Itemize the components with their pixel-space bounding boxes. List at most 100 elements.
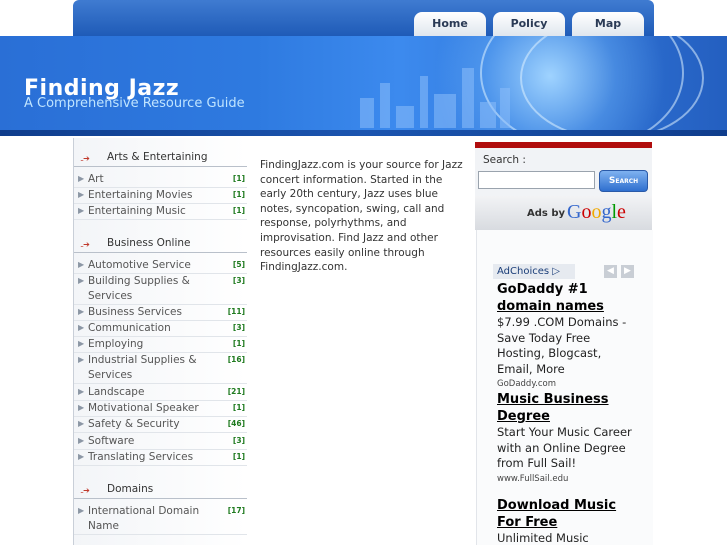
category-heading: ..➔ Arts & Entertaining [74, 142, 247, 167]
ad-item[interactable]: Download Music For Free Unlimited Music [497, 497, 639, 547]
triangle-right-icon: ▶ [78, 452, 85, 461]
category-heading-label: Business Online [107, 237, 191, 249]
category-item-label[interactable]: International Domain Name [88, 504, 213, 534]
category-item-label[interactable]: Entertaining Music [88, 204, 213, 219]
category-item[interactable]: ▶ Industrial Supplies & Services [16] [74, 352, 247, 384]
triangle-right-icon: ▶ [78, 323, 85, 332]
triangle-right-icon: ▶ [78, 174, 85, 183]
ad-url[interactable]: www.FullSail.edu [497, 472, 639, 486]
banner-building [396, 106, 414, 128]
category-item-count: [3] [232, 436, 245, 445]
ads-by-google-header: Ads by Google [475, 196, 652, 230]
tab-policy[interactable]: Policy [493, 12, 565, 36]
category-item[interactable]: ▶ Business Services [11] [74, 304, 247, 321]
category-item[interactable]: ▶ Entertaining Music [1] [74, 203, 247, 220]
category-item[interactable]: ▶ International Domain Name [17] [74, 503, 247, 535]
ad-item[interactable]: GoDaddy #1 domain names $7.99 .COM Domain… [497, 281, 639, 391]
category-item-count: [3] [232, 276, 245, 285]
adchoices-icon: ▷ [552, 266, 560, 277]
category-item-count: [5] [232, 260, 245, 269]
adchoices-label[interactable]: AdChoices [497, 266, 549, 277]
arrow-right-icon: ..➔ [80, 486, 90, 495]
triangle-right-icon: ▶ [78, 307, 85, 316]
category-item-count: [1] [232, 452, 245, 461]
category-item-label[interactable]: Safety & Security [88, 417, 213, 432]
category-item-count: [11] [227, 307, 245, 316]
category-item-label[interactable]: Landscape [88, 385, 213, 400]
category-item-count: [1] [232, 174, 245, 183]
ad-title-link[interactable]: Music Business Degree [497, 392, 609, 424]
ad-title[interactable]: GoDaddy #1 domain names [497, 281, 639, 315]
ad-item[interactable]: Music Business Degree Start Your Music C… [497, 391, 639, 486]
category-sidebar: ..➔ Arts & Entertaining ▶ Art [1] ▶ Ente… [73, 138, 247, 545]
category-item-label[interactable]: Communication [88, 321, 213, 336]
category-item[interactable]: ▶ Automotive Service [5] [74, 257, 247, 274]
category-item-label[interactable]: Building Supplies & Services [88, 274, 213, 304]
category-item[interactable]: ▶ Employing [1] [74, 336, 247, 353]
arrow-right-icon: ..➔ [80, 240, 90, 249]
triangle-right-icon: ▶ [78, 387, 85, 396]
site-subtitle: A Comprehensive Resource Guide [24, 96, 245, 111]
category-item-label[interactable]: Automotive Service [88, 258, 213, 273]
header-banner: Finding Jazz A Comprehensive Resource Gu… [0, 36, 727, 136]
category-item[interactable]: ▶ Landscape [21] [74, 384, 247, 401]
category-item-label[interactable]: Business Services [88, 305, 213, 320]
ad-prev-icon[interactable]: ◀ [604, 265, 617, 278]
category-item-label[interactable]: Art [88, 172, 213, 187]
search-button[interactable]: Search [599, 170, 648, 192]
ad-next-icon[interactable]: ▶ [621, 265, 634, 278]
triangle-right-icon: ▶ [78, 506, 85, 515]
adchoices-badge[interactable]: AdChoices ▷ [493, 264, 575, 279]
category-item[interactable]: ▶ Motivational Speaker [1] [74, 400, 247, 417]
category-item-count: [1] [232, 403, 245, 412]
category-item-label[interactable]: Translating Services [88, 450, 213, 465]
ad-title-text[interactable]: GoDaddy #1 [497, 282, 588, 297]
arrow-right-icon: ..➔ [80, 154, 90, 163]
ad-title-link[interactable]: domain names [497, 299, 604, 314]
category-item[interactable]: ▶ Safety & Security [46] [74, 416, 247, 433]
category-item[interactable]: ▶ Building Supplies & Services [3] [74, 273, 247, 305]
ad-title[interactable]: Download Music For Free [497, 497, 639, 531]
category-item-label[interactable]: Industrial Supplies & Services [88, 353, 213, 383]
ad-panel: AdChoices ▷ ◀ ▶ GoDaddy #1 domain names $… [476, 230, 653, 545]
category-item-count: [46] [227, 419, 245, 428]
search-input[interactable] [478, 171, 595, 189]
triangle-right-icon: ▶ [78, 339, 85, 348]
category-item[interactable]: ▶ Translating Services [1] [74, 449, 247, 466]
category-item-label[interactable]: Motivational Speaker [88, 401, 213, 416]
category-item-label[interactable]: Software [88, 434, 213, 449]
triangle-right-icon: ▶ [78, 436, 85, 445]
category-item-count: [17] [227, 506, 245, 515]
category-item[interactable]: ▶ Communication [3] [74, 320, 247, 337]
category-item-count: [3] [232, 323, 245, 332]
triangle-right-icon: ▶ [78, 355, 85, 364]
tab-home[interactable]: Home [414, 12, 486, 36]
triangle-right-icon: ▶ [78, 276, 85, 285]
category-item-count: [16] [227, 355, 245, 364]
triangle-right-icon: ▶ [78, 260, 85, 269]
triangle-right-icon: ▶ [78, 206, 85, 215]
category-heading: ..➔ Domains [74, 474, 247, 499]
banner-ring [520, 36, 704, 136]
category-heading-label: Arts & Entertaining [107, 151, 208, 163]
banner-building [500, 88, 510, 128]
ad-description: $7.99 .COM Domains - Save Today Free Hos… [497, 315, 627, 376]
category-item-label[interactable]: Employing [88, 337, 213, 352]
category-item[interactable]: ▶ Art [1] [74, 171, 247, 188]
ad-title[interactable]: Music Business Degree [497, 391, 639, 425]
top-nav-bar: Home Policy Map [73, 0, 654, 36]
category-item-label[interactable]: Entertaining Movies [88, 188, 213, 203]
ad-title-link[interactable]: Download Music For Free [497, 498, 616, 530]
ad-description: Start Your Music Career with an Online D… [497, 425, 632, 470]
banner-bottom-border [0, 130, 727, 136]
triangle-right-icon: ▶ [78, 190, 85, 199]
tab-map[interactable]: Map [572, 12, 644, 36]
search-panel: Search : Search [475, 142, 652, 202]
category-item[interactable]: ▶ Software [3] [74, 433, 247, 450]
ad-url[interactable]: GoDaddy.com [497, 377, 639, 391]
google-logo[interactable]: Google [567, 201, 626, 224]
banner-building [380, 83, 390, 128]
ad-description: Unlimited Music [497, 531, 589, 545]
category-item[interactable]: ▶ Entertaining Movies [1] [74, 187, 247, 204]
banner-building [420, 76, 428, 128]
